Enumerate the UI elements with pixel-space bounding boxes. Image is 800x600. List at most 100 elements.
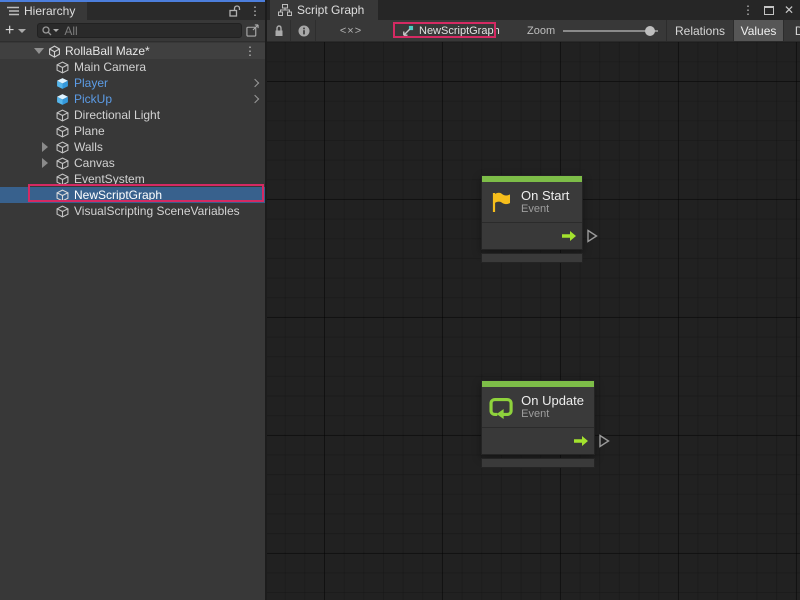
script-graph-tab-label: Script Graph xyxy=(297,3,364,17)
connection-triangle-icon[interactable] xyxy=(598,434,610,448)
item-label: Canvas xyxy=(74,156,115,170)
node-on-update[interactable]: On Update Event xyxy=(481,380,595,468)
node-subtitle: Event xyxy=(521,408,584,421)
scene-menu-button[interactable]: ⋮ xyxy=(244,45,256,57)
open-search-window-button[interactable] xyxy=(242,22,262,40)
chevron-down-icon xyxy=(18,29,26,33)
lock-graph-button[interactable] xyxy=(267,20,291,41)
chevron-right-icon[interactable] xyxy=(251,79,259,87)
unlock-button[interactable] xyxy=(225,2,245,20)
tree-item-main-camera[interactable]: Main Camera xyxy=(0,59,265,75)
lock-icon xyxy=(273,25,285,37)
maximize-icon[interactable] xyxy=(764,6,774,15)
tree-item-plane[interactable]: Plane xyxy=(0,123,265,139)
relations-label: Relations xyxy=(675,24,725,38)
open-lock-icon xyxy=(229,5,241,17)
dim-label: Dim xyxy=(795,24,800,38)
graph-breadcrumb[interactable]: NewScriptGraph xyxy=(395,22,506,40)
hierarchy-toolbar: + All xyxy=(0,20,265,42)
script-graph-toolbar: <×> NewScriptGraph Zoom 1x Relations Val… xyxy=(267,20,800,42)
unity-logo-icon xyxy=(48,45,61,58)
script-graph-tab-bar: Script Graph ⋮ ✕ xyxy=(267,0,800,20)
tree-item-canvas[interactable]: Canvas xyxy=(0,155,265,171)
item-label: Main Camera xyxy=(74,60,146,74)
tree-item-scenevariables[interactable]: VisualScripting SceneVariables xyxy=(0,203,265,219)
item-label: EventSystem xyxy=(74,172,145,186)
hierarchy-panel: Hierarchy ⋮ + All xyxy=(0,0,265,600)
search-filter-caret-icon xyxy=(53,29,59,32)
item-label: Walls xyxy=(74,140,103,154)
graph-view-toggles: Relations Values Dim xyxy=(666,20,800,41)
zoom-control: Zoom 1x xyxy=(527,20,678,41)
tab-script-graph[interactable]: Script Graph xyxy=(270,0,378,20)
flag-icon xyxy=(489,191,513,213)
hierarchy-menu-button[interactable]: ⋮ xyxy=(245,2,265,20)
zoom-slider-knob[interactable] xyxy=(645,26,655,36)
gameobject-cube-icon xyxy=(56,109,69,122)
tree-item-eventsystem[interactable]: EventSystem xyxy=(0,171,265,187)
tree-item-walls[interactable]: Walls xyxy=(0,139,265,155)
foldout-open-icon[interactable] xyxy=(34,48,44,54)
zoom-label: Zoom xyxy=(527,25,555,37)
flow-output-port-icon[interactable] xyxy=(573,435,589,447)
item-label: PickUp xyxy=(74,92,112,106)
search-input[interactable]: All xyxy=(37,23,242,38)
gameobject-cube-icon xyxy=(56,157,69,170)
node-footer xyxy=(481,458,595,468)
close-icon[interactable]: ✕ xyxy=(784,4,794,16)
flow-output-port-icon[interactable] xyxy=(561,230,577,242)
gameobject-cube-icon xyxy=(56,173,69,186)
tree-item-pickup[interactable]: PickUp xyxy=(0,91,265,107)
window-picker-icon xyxy=(246,24,259,37)
foldout-closed-icon[interactable] xyxy=(42,158,48,168)
breadcrumb-label: NewScriptGraph xyxy=(419,25,500,37)
graph-info-button[interactable] xyxy=(292,20,316,41)
hierarchy-tab-label: Hierarchy xyxy=(24,4,75,18)
tree-item-player[interactable]: Player xyxy=(0,75,265,91)
window-menu-button[interactable]: ⋮ xyxy=(742,4,754,16)
relations-toggle[interactable]: Relations xyxy=(666,20,733,41)
item-label: Directional Light xyxy=(74,108,160,122)
search-icon xyxy=(42,26,52,36)
gameobject-cube-icon xyxy=(56,125,69,138)
item-label: VisualScripting SceneVariables xyxy=(74,204,240,218)
tree-item-directional-light[interactable]: Directional Light xyxy=(0,107,265,123)
update-loop-icon xyxy=(489,395,513,419)
tree-item-newscriptgraph[interactable]: NewScriptGraph xyxy=(0,187,265,203)
gameobject-cube-icon xyxy=(56,61,69,74)
plus-icon: + xyxy=(5,23,14,39)
prefab-cube-icon xyxy=(56,93,69,106)
add-object-button[interactable]: + xyxy=(5,23,26,39)
node-title: On Update xyxy=(521,393,584,408)
item-label: Player xyxy=(74,76,108,90)
tab-hierarchy[interactable]: Hierarchy xyxy=(0,2,87,20)
connection-triangle-icon[interactable] xyxy=(586,229,598,243)
gameobject-cube-icon xyxy=(56,205,69,218)
zoom-slider[interactable] xyxy=(563,30,658,32)
gameobject-cube-icon xyxy=(56,189,69,202)
values-toggle[interactable]: Values xyxy=(733,20,783,41)
node-title: On Start xyxy=(521,188,569,203)
hierarchy-icon xyxy=(7,6,19,16)
graph-canvas[interactable]: On Start Event xyxy=(267,42,800,600)
scene-header-row[interactable]: RollaBall Maze* ⋮ xyxy=(0,43,265,59)
search-placeholder: All xyxy=(64,24,77,38)
scene-name: RollaBall Maze* xyxy=(65,44,150,58)
chevron-right-icon[interactable] xyxy=(251,95,259,103)
hierarchy-tab-bar: Hierarchy ⋮ xyxy=(0,2,265,20)
foldout-closed-icon[interactable] xyxy=(42,142,48,152)
dim-toggle[interactable]: Dim xyxy=(783,20,800,41)
node-on-start[interactable]: On Start Event xyxy=(481,175,583,263)
node-footer xyxy=(481,253,583,263)
gameobject-cube-icon xyxy=(56,141,69,154)
values-label: Values xyxy=(741,24,777,38)
kebab-icon: ⋮ xyxy=(249,5,261,17)
script-graph-panel: Script Graph ⋮ ✕ <×> xyxy=(267,0,800,600)
graph-tree-icon xyxy=(278,4,292,16)
code-preview-toggle[interactable]: <×> xyxy=(331,20,371,41)
info-icon xyxy=(298,25,310,37)
item-label: Plane xyxy=(74,124,105,138)
prefab-cube-icon xyxy=(56,77,69,90)
window-controls: ⋮ ✕ xyxy=(742,0,794,20)
code-toggle-label: <×> xyxy=(340,25,362,37)
